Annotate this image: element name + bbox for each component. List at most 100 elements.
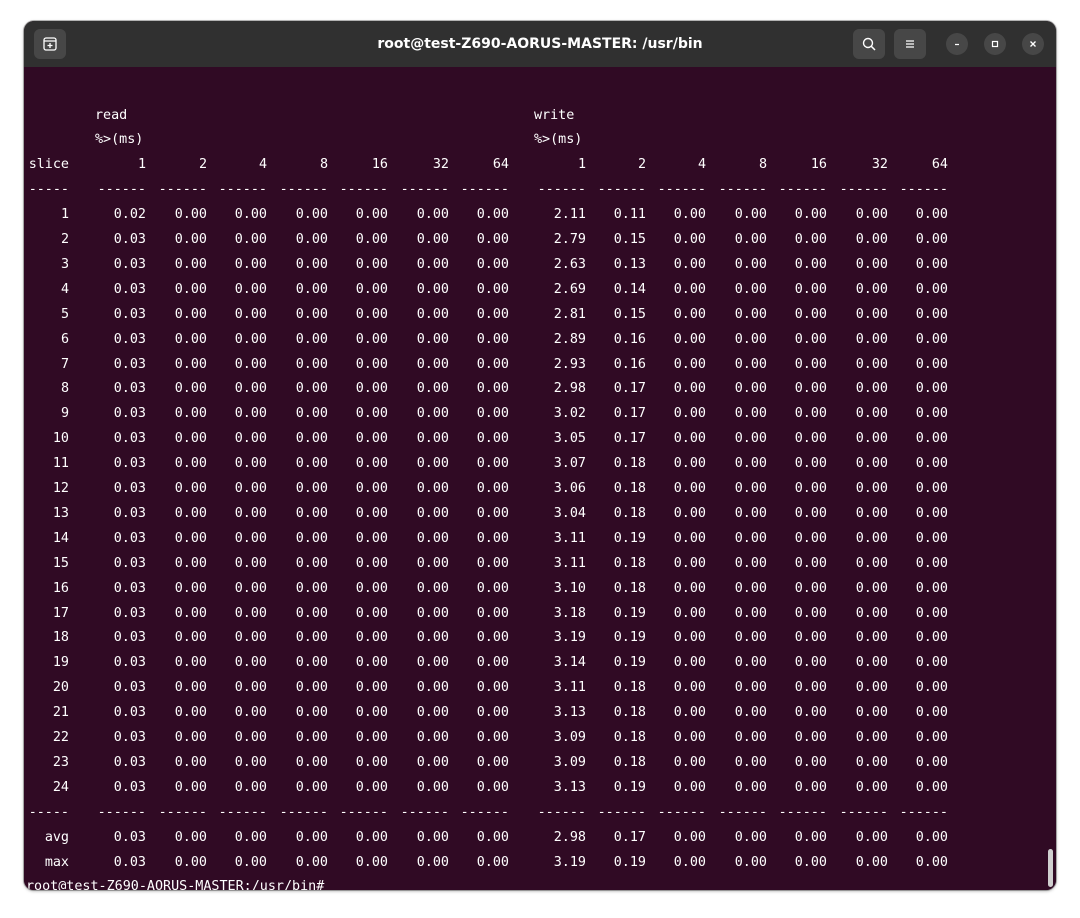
write-value-cell: 0.00 (915, 779, 948, 795)
separator-write: ------ (537, 182, 586, 198)
write-value-cell: 0.18 (613, 754, 646, 770)
write-value-cell: 0.00 (794, 406, 827, 422)
read-value-cell: 0.00 (234, 381, 267, 397)
read-value-cell: 0.00 (416, 281, 449, 297)
read-value-cell: 0.00 (234, 356, 267, 372)
write-value-cell: 0.00 (734, 306, 767, 322)
write-value-cell: 0.00 (734, 406, 767, 422)
separator-write: ------ (899, 804, 948, 820)
read-value-cell: 0.00 (234, 505, 267, 521)
read-value-cell: 0.00 (295, 630, 328, 646)
write-value-cell: 3.04 (553, 505, 586, 521)
write-value-cell: 3.13 (553, 779, 586, 795)
read-value-cell: 0.00 (355, 356, 388, 372)
read-value-cell: 0.00 (174, 705, 207, 721)
write-value-cell: 0.00 (915, 705, 948, 721)
slice-cell: 22 (52, 730, 69, 746)
read-value-cell: 0.02 (113, 207, 146, 223)
slice-cell: 24 (52, 779, 69, 795)
read-value-cell: 0.00 (355, 854, 388, 870)
read-value-cell: 0.00 (174, 256, 207, 272)
read-value-cell: 0.00 (416, 530, 449, 546)
shell-prompt[interactable]: root@test-Z690-AORUS-MASTER:/usr/bin# (26, 875, 324, 890)
separator-write: ------ (718, 804, 767, 820)
write-value-cell: 0.00 (855, 207, 888, 223)
read-value-cell: 0.00 (355, 705, 388, 721)
write-value-cell: 0.00 (915, 406, 948, 422)
write-value-cell: 0.00 (855, 655, 888, 671)
write-value-cell: 0.00 (855, 331, 888, 347)
read-value-cell: 0.00 (355, 331, 388, 347)
write-col-header: 4 (697, 157, 706, 173)
read-value-cell: 0.00 (476, 779, 509, 795)
read-value-cell: 0.00 (234, 630, 267, 646)
write-value-cell: 0.00 (734, 705, 767, 721)
search-button[interactable] (853, 29, 885, 59)
read-value-cell: 0.00 (174, 406, 207, 422)
read-value-cell: 0.00 (234, 854, 267, 870)
table-row: 22 0.03 3.09 0.00 0.18 0.00 0.00 0.00 0.00 0.00 0.… (24, 726, 1024, 751)
read-value-cell: 0.00 (234, 779, 267, 795)
read-value-cell: 0.00 (355, 456, 388, 472)
slice-cell: 21 (52, 705, 69, 721)
read-value-cell: 0.00 (416, 555, 449, 571)
write-value-cell: 0.00 (734, 381, 767, 397)
table-row: 18 0.03 3.19 0.00 0.19 0.00 0.00 0.00 0.00 0.00 0.… (24, 626, 1024, 651)
read-value-cell: 0.03 (113, 356, 146, 372)
slice-cell: 9 (60, 406, 69, 422)
separator-read: ------ (339, 804, 388, 820)
slice-cell: 7 (60, 356, 69, 372)
read-label: read (95, 107, 128, 123)
separator-bottom: ----- ------ ------ ------ ------ ------ -----… (24, 801, 1024, 826)
write-value-cell: 0.00 (673, 754, 706, 770)
separator-slice: ----- (28, 804, 69, 820)
read-value-cell: 0.03 (113, 306, 146, 322)
read-value-cell: 0.00 (416, 605, 449, 621)
write-value-cell: 0.00 (673, 456, 706, 472)
menu-button[interactable] (894, 29, 926, 59)
read-value-cell: 0.03 (113, 829, 146, 845)
separator-write: ------ (778, 182, 827, 198)
minimize-button[interactable] (946, 33, 968, 55)
write-value-cell: 0.00 (794, 306, 827, 322)
read-value-cell: 0.00 (295, 232, 328, 248)
write-value-cell: 0.14 (613, 281, 646, 297)
write-value-cell: 0.00 (734, 256, 767, 272)
table-row: 3 0.03 2.63 0.00 0.13 0.00 0.00 0.00 0.00 0.00 0.0… (24, 253, 1024, 278)
write-value-cell: 0.00 (734, 456, 767, 472)
scrollbar[interactable] (1048, 849, 1053, 887)
summary-row: max 0.03 3.19 0.00 0.19 0.00 0.00 0.00 0.00 0.00 0… (24, 851, 1024, 876)
write-value-cell: 0.00 (673, 281, 706, 297)
read-value-cell: 0.00 (476, 580, 509, 596)
close-button[interactable] (1022, 33, 1044, 55)
maximize-button[interactable] (984, 33, 1006, 55)
write-value-cell: 3.07 (553, 456, 586, 472)
read-value-cell: 0.00 (416, 730, 449, 746)
write-value-cell: 0.00 (855, 406, 888, 422)
read-value-cell: 0.00 (234, 655, 267, 671)
read-value-cell: 0.00 (416, 481, 449, 497)
read-value-cell: 0.03 (113, 481, 146, 497)
write-value-cell: 0.00 (794, 730, 827, 746)
read-value-cell: 0.00 (355, 306, 388, 322)
write-value-cell: 0.00 (673, 730, 706, 746)
read-value-cell: 0.00 (476, 530, 509, 546)
write-value-cell: 0.00 (915, 829, 948, 845)
read-unit-label: %>(ms) (95, 132, 144, 148)
write-value-cell: 0.00 (855, 580, 888, 596)
write-value-cell: 0.00 (734, 356, 767, 372)
write-value-cell: 0.18 (613, 505, 646, 521)
summary-row: avg 0.03 2.98 0.00 0.17 0.00 0.00 0.00 0.00 0.00 0… (24, 826, 1024, 851)
write-value-cell: 0.00 (855, 481, 888, 497)
terminal-output[interactable]: read write %>(ms) %>(ms) slice 1 1 2 2 4 4 8 8 16 16 32… (24, 67, 1056, 890)
slice-cell: 13 (52, 505, 69, 521)
write-value-cell: 3.14 (553, 655, 586, 671)
write-value-cell: 3.10 (553, 580, 586, 596)
separator-read: ------ (97, 182, 146, 198)
write-value-cell: 0.00 (915, 505, 948, 521)
read-value-cell: 0.00 (416, 754, 449, 770)
write-col-header: 2 (637, 157, 646, 173)
read-value-cell: 0.00 (295, 431, 328, 447)
separator-read: ------ (460, 804, 509, 820)
slice-cell: 10 (52, 431, 69, 447)
